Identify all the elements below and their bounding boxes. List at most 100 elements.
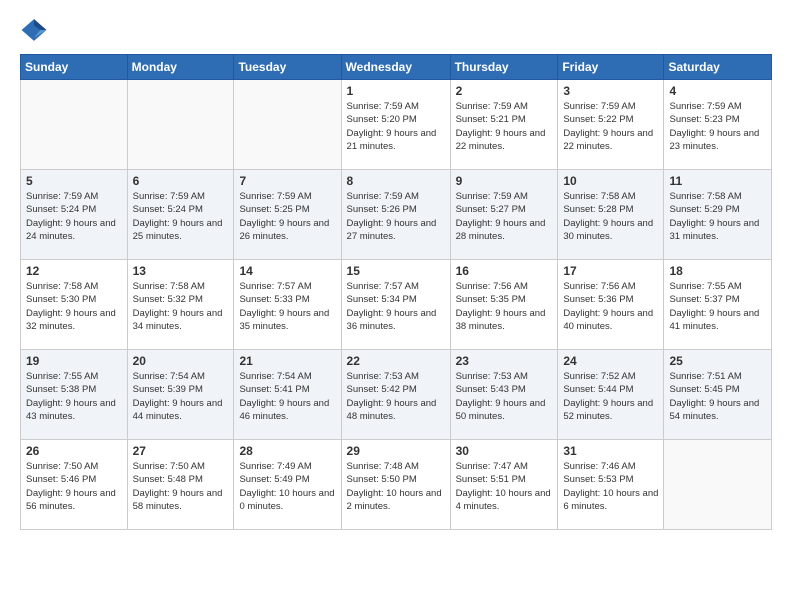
day-info: Sunrise: 7:59 AM Sunset: 5:24 PM Dayligh… <box>133 190 229 243</box>
day-number: 14 <box>239 264 335 278</box>
day-info: Sunrise: 7:59 AM Sunset: 5:25 PM Dayligh… <box>239 190 335 243</box>
day-cell <box>127 80 234 170</box>
day-info: Sunrise: 7:50 AM Sunset: 5:46 PM Dayligh… <box>26 460 122 513</box>
column-header-tuesday: Tuesday <box>234 55 341 80</box>
day-number: 21 <box>239 354 335 368</box>
day-number: 9 <box>456 174 553 188</box>
day-info: Sunrise: 7:46 AM Sunset: 5:53 PM Dayligh… <box>563 460 658 513</box>
day-number: 15 <box>347 264 445 278</box>
day-info: Sunrise: 7:53 AM Sunset: 5:43 PM Dayligh… <box>456 370 553 423</box>
day-cell: 5 Sunrise: 7:59 AM Sunset: 5:24 PM Daylig… <box>21 170 128 260</box>
day-number: 27 <box>133 444 229 458</box>
calendar-table: SundayMondayTuesdayWednesdayThursdayFrid… <box>20 54 772 530</box>
day-cell: 24 Sunrise: 7:52 AM Sunset: 5:44 PM Dayli… <box>558 350 664 440</box>
day-number: 19 <box>26 354 122 368</box>
day-info: Sunrise: 7:52 AM Sunset: 5:44 PM Dayligh… <box>563 370 658 423</box>
day-number: 31 <box>563 444 658 458</box>
week-row-2: 5 Sunrise: 7:59 AM Sunset: 5:24 PM Daylig… <box>21 170 772 260</box>
day-info: Sunrise: 7:59 AM Sunset: 5:23 PM Dayligh… <box>669 100 766 153</box>
day-info: Sunrise: 7:47 AM Sunset: 5:51 PM Dayligh… <box>456 460 553 513</box>
day-number: 13 <box>133 264 229 278</box>
day-number: 3 <box>563 84 658 98</box>
day-cell: 2Sunrise: 7:59 AM Sunset: 5:21 PM Daylig… <box>450 80 558 170</box>
calendar-header-row: SundayMondayTuesdayWednesdayThursdayFrid… <box>21 55 772 80</box>
column-header-wednesday: Wednesday <box>341 55 450 80</box>
day-number: 29 <box>347 444 445 458</box>
day-info: Sunrise: 7:59 AM Sunset: 5:24 PM Dayligh… <box>26 190 122 243</box>
week-row-3: 12 Sunrise: 7:58 AM Sunset: 5:30 PM Dayli… <box>21 260 772 350</box>
day-cell: 11 Sunrise: 7:58 AM Sunset: 5:29 PM Dayli… <box>664 170 772 260</box>
column-header-saturday: Saturday <box>664 55 772 80</box>
day-cell: 3Sunrise: 7:59 AM Sunset: 5:22 PM Daylig… <box>558 80 664 170</box>
day-cell: 17Sunrise: 7:56 AM Sunset: 5:36 PM Dayli… <box>558 260 664 350</box>
day-cell: 21 Sunrise: 7:54 AM Sunset: 5:41 PM Dayli… <box>234 350 341 440</box>
day-info: Sunrise: 7:58 AM Sunset: 5:30 PM Dayligh… <box>26 280 122 333</box>
day-cell <box>664 440 772 530</box>
day-number: 30 <box>456 444 553 458</box>
day-number: 11 <box>669 174 766 188</box>
page: SundayMondayTuesdayWednesdayThursdayFrid… <box>0 0 792 546</box>
day-info: Sunrise: 7:54 AM Sunset: 5:41 PM Dayligh… <box>239 370 335 423</box>
day-info: Sunrise: 7:58 AM Sunset: 5:32 PM Dayligh… <box>133 280 229 333</box>
day-cell: 1 Sunrise: 7:59 AM Sunset: 5:20 PM Daylig… <box>341 80 450 170</box>
day-number: 18 <box>669 264 766 278</box>
day-info: Sunrise: 7:55 AM Sunset: 5:38 PM Dayligh… <box>26 370 122 423</box>
day-cell: 9 Sunrise: 7:59 AM Sunset: 5:27 PM Daylig… <box>450 170 558 260</box>
header <box>20 16 772 44</box>
day-cell: 15 Sunrise: 7:57 AM Sunset: 5:34 PM Dayli… <box>341 260 450 350</box>
day-info: Sunrise: 7:59 AM Sunset: 5:26 PM Dayligh… <box>347 190 445 243</box>
day-number: 16 <box>456 264 553 278</box>
day-cell: 7 Sunrise: 7:59 AM Sunset: 5:25 PM Daylig… <box>234 170 341 260</box>
column-header-friday: Friday <box>558 55 664 80</box>
day-cell: 20Sunrise: 7:54 AM Sunset: 5:39 PM Dayli… <box>127 350 234 440</box>
day-info: Sunrise: 7:57 AM Sunset: 5:33 PM Dayligh… <box>239 280 335 333</box>
day-info: Sunrise: 7:56 AM Sunset: 5:35 PM Dayligh… <box>456 280 553 333</box>
day-number: 12 <box>26 264 122 278</box>
day-info: Sunrise: 7:54 AM Sunset: 5:39 PM Dayligh… <box>133 370 229 423</box>
day-number: 1 <box>347 84 445 98</box>
day-number: 7 <box>239 174 335 188</box>
day-info: Sunrise: 7:53 AM Sunset: 5:42 PM Dayligh… <box>347 370 445 423</box>
day-number: 10 <box>563 174 658 188</box>
column-header-thursday: Thursday <box>450 55 558 80</box>
day-cell: 26 Sunrise: 7:50 AM Sunset: 5:46 PM Dayli… <box>21 440 128 530</box>
day-info: Sunrise: 7:59 AM Sunset: 5:27 PM Dayligh… <box>456 190 553 243</box>
day-cell: 22Sunrise: 7:53 AM Sunset: 5:42 PM Dayli… <box>341 350 450 440</box>
day-number: 6 <box>133 174 229 188</box>
day-number: 26 <box>26 444 122 458</box>
day-info: Sunrise: 7:55 AM Sunset: 5:37 PM Dayligh… <box>669 280 766 333</box>
day-number: 5 <box>26 174 122 188</box>
day-info: Sunrise: 7:49 AM Sunset: 5:49 PM Dayligh… <box>239 460 335 513</box>
day-info: Sunrise: 7:58 AM Sunset: 5:29 PM Dayligh… <box>669 190 766 243</box>
day-info: Sunrise: 7:58 AM Sunset: 5:28 PM Dayligh… <box>563 190 658 243</box>
day-info: Sunrise: 7:48 AM Sunset: 5:50 PM Dayligh… <box>347 460 445 513</box>
day-number: 8 <box>347 174 445 188</box>
day-info: Sunrise: 7:57 AM Sunset: 5:34 PM Dayligh… <box>347 280 445 333</box>
day-cell: 31 Sunrise: 7:46 AM Sunset: 5:53 PM Dayli… <box>558 440 664 530</box>
day-number: 28 <box>239 444 335 458</box>
day-cell <box>234 80 341 170</box>
day-cell: 25 Sunrise: 7:51 AM Sunset: 5:45 PM Dayli… <box>664 350 772 440</box>
day-cell: 27Sunrise: 7:50 AM Sunset: 5:48 PM Dayli… <box>127 440 234 530</box>
day-info: Sunrise: 7:59 AM Sunset: 5:20 PM Dayligh… <box>347 100 445 153</box>
day-cell: 8 Sunrise: 7:59 AM Sunset: 5:26 PM Daylig… <box>341 170 450 260</box>
day-number: 2 <box>456 84 553 98</box>
logo <box>20 16 52 44</box>
day-cell: 13 Sunrise: 7:58 AM Sunset: 5:32 PM Dayli… <box>127 260 234 350</box>
day-info: Sunrise: 7:56 AM Sunset: 5:36 PM Dayligh… <box>563 280 658 333</box>
column-header-monday: Monday <box>127 55 234 80</box>
day-cell: 6 Sunrise: 7:59 AM Sunset: 5:24 PM Daylig… <box>127 170 234 260</box>
day-cell: 19 Sunrise: 7:55 AM Sunset: 5:38 PM Dayli… <box>21 350 128 440</box>
day-number: 25 <box>669 354 766 368</box>
day-cell: 14 Sunrise: 7:57 AM Sunset: 5:33 PM Dayli… <box>234 260 341 350</box>
day-cell: 23 Sunrise: 7:53 AM Sunset: 5:43 PM Dayli… <box>450 350 558 440</box>
day-cell: 18 Sunrise: 7:55 AM Sunset: 5:37 PM Dayli… <box>664 260 772 350</box>
logo-icon <box>20 16 48 44</box>
day-number: 23 <box>456 354 553 368</box>
day-cell: 29 Sunrise: 7:48 AM Sunset: 5:50 PM Dayli… <box>341 440 450 530</box>
day-info: Sunrise: 7:51 AM Sunset: 5:45 PM Dayligh… <box>669 370 766 423</box>
day-number: 4 <box>669 84 766 98</box>
day-cell <box>21 80 128 170</box>
day-number: 24 <box>563 354 658 368</box>
day-cell: 16 Sunrise: 7:56 AM Sunset: 5:35 PM Dayli… <box>450 260 558 350</box>
